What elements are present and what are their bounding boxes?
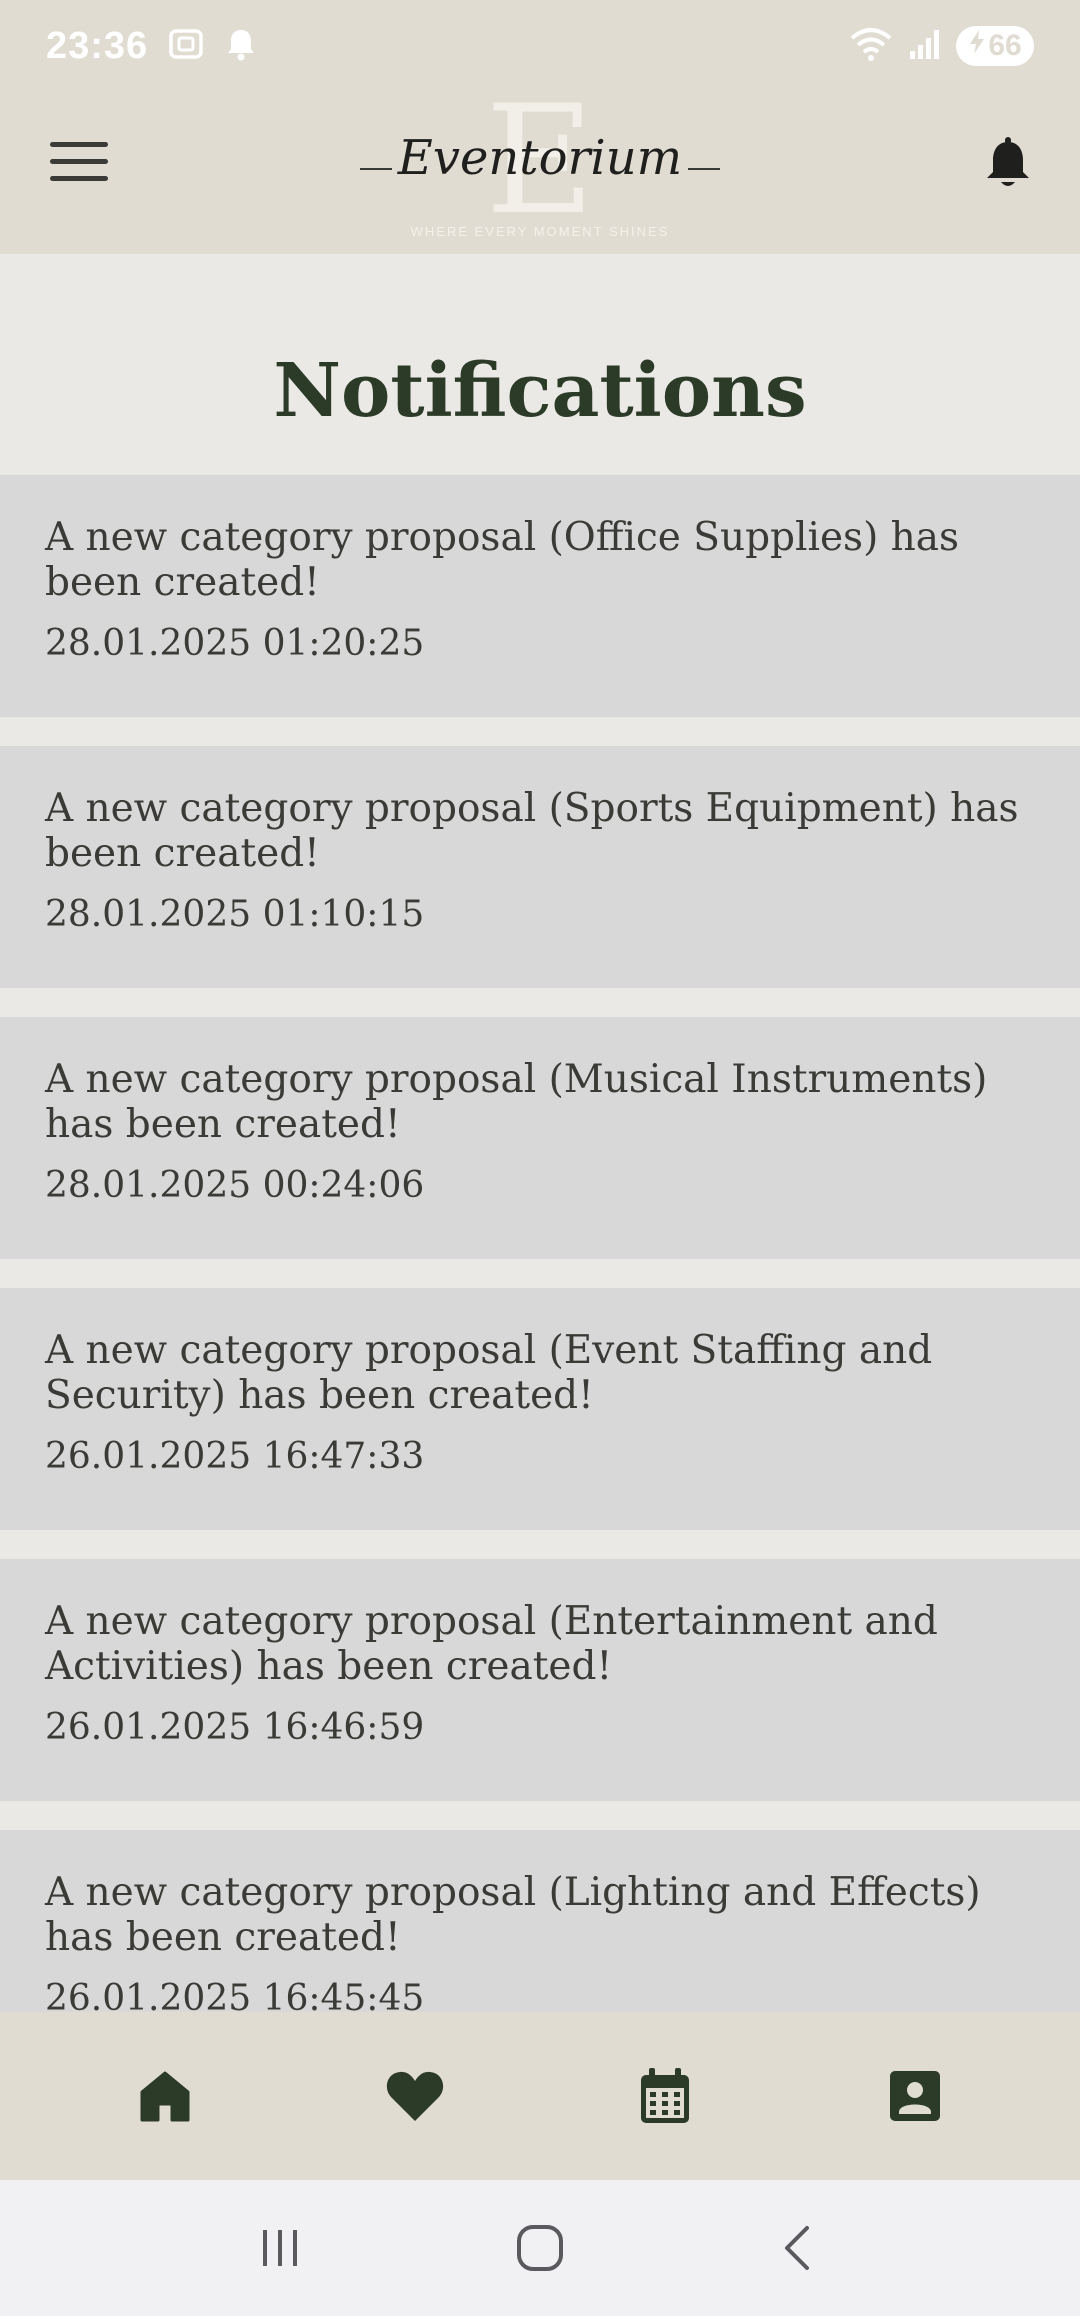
battery-charging-icon [968, 29, 986, 63]
back-chevron-icon [785, 2226, 809, 2270]
menu-icon-bar [50, 159, 108, 164]
notifications-list[interactable]: A new category proposal (Office Supplies… [0, 475, 1080, 2012]
battery-level: 66 [988, 29, 1022, 62]
app-logo[interactable]: E Eventorium WHERE EVERY MOMENT SHINES [360, 86, 720, 254]
recent-apps-icon [263, 2230, 297, 2266]
notification-timestamp: 28.01.2025 00:24:06 [45, 1165, 425, 1206]
notification-message: A new category proposal (Event Staffing … [45, 1328, 933, 1418]
bottom-navigation [0, 2012, 1080, 2180]
wifi-icon [848, 26, 894, 66]
status-time: 23:36 [46, 24, 149, 67]
notification-message: A new category proposal (Office Supplies… [45, 515, 960, 605]
signal-icon [908, 27, 942, 65]
notification-message: A new category proposal (Musical Instrum… [45, 1057, 988, 1147]
notification-item[interactable]: A new category proposal (Sports Equipmen… [0, 746, 1080, 988]
app-header: E Eventorium WHERE EVERY MOMENT SHINES [0, 86, 1080, 254]
notification-bell-icon [226, 27, 256, 65]
battery-indicator: 66 [956, 26, 1034, 66]
notification-item[interactable]: A new category proposal (Event Staffing … [0, 1288, 1080, 1530]
status-icons-right: 66 [848, 26, 1034, 66]
nav-home-button[interactable] [130, 2061, 200, 2131]
screenshot-icon [168, 26, 204, 66]
recent-apps-button[interactable] [240, 2208, 320, 2288]
menu-button[interactable] [50, 142, 108, 186]
page-title: Notifications [273, 348, 807, 434]
notification-item[interactable]: A new category proposal (Musical Instrum… [0, 1017, 1080, 1259]
nav-favorites-button[interactable] [380, 2061, 450, 2131]
notification-timestamp: 26.01.2025 16:45:45 [45, 1978, 425, 2012]
notification-message: A new category proposal (Lighting and Ef… [45, 1870, 981, 1960]
heart-icon [386, 2071, 444, 2121]
notification-timestamp: 28.01.2025 01:20:25 [45, 623, 425, 664]
logo-wordmark: Eventorium [397, 130, 683, 186]
notification-timestamp: 26.01.2025 16:46:59 [45, 1707, 425, 1748]
notification-message: A new category proposal (Sports Equipmen… [45, 786, 1019, 876]
status-icons-left [168, 26, 256, 66]
home-icon [140, 2071, 190, 2122]
menu-icon-bar [50, 176, 108, 181]
notification-item[interactable]: A new category proposal (Lighting and Ef… [0, 1830, 1080, 2012]
home-circle-icon [517, 2225, 563, 2271]
calendar-icon [641, 2068, 689, 2123]
contact-card-icon [890, 2071, 940, 2121]
notification-item[interactable]: A new category proposal (Office Supplies… [0, 475, 1080, 717]
nav-profile-button[interactable] [880, 2061, 950, 2131]
logo-tagline: WHERE EVERY MOMENT SHINES [410, 224, 670, 239]
menu-icon-bar [50, 142, 108, 147]
back-button[interactable] [760, 2208, 840, 2288]
system-navigation-bar [0, 2180, 1080, 2316]
home-system-button[interactable] [500, 2208, 580, 2288]
nav-calendar-button[interactable] [630, 2061, 700, 2131]
notification-timestamp: 28.01.2025 01:10:15 [45, 894, 425, 935]
notifications-bell-button[interactable] [982, 136, 1034, 192]
bell-icon [987, 137, 1029, 186]
notification-message: A new category proposal (Entertainment a… [45, 1599, 938, 1689]
notification-timestamp: 26.01.2025 16:47:33 [45, 1436, 425, 1477]
notification-item[interactable]: A new category proposal (Entertainment a… [0, 1559, 1080, 1801]
